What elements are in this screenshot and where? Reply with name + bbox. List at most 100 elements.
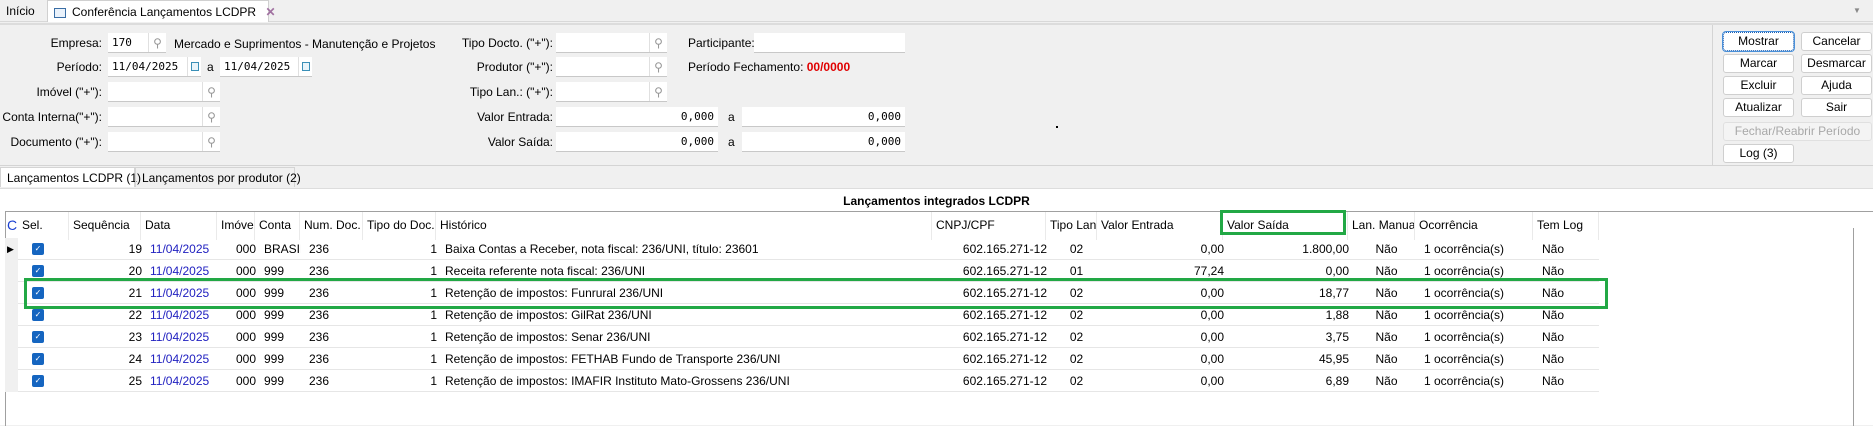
cell-lan-manual: Não	[1375, 330, 1398, 344]
marcar-button[interactable]: Marcar	[1723, 54, 1794, 73]
tab-lancamentos-lcdpr[interactable]: Lançamentos LCDPR (1)	[0, 167, 141, 187]
column-header-tipo-lan[interactable]: Tipo Lan.	[1046, 212, 1097, 240]
search-icon[interactable]: ⚲	[649, 82, 667, 101]
cell-valor-entrada: 0,00	[1200, 242, 1224, 256]
cell-num-doc: 236	[309, 352, 330, 366]
dot-artifact	[1056, 126, 1058, 128]
cell-historico: Baixa Contas a Receber, nota fiscal: 236…	[445, 242, 759, 256]
cell-imovel: 000	[235, 330, 256, 344]
column-header-data[interactable]: Data	[141, 212, 217, 240]
tab-conferencia[interactable]: Conferência Lançamentos LCDPR ✕	[47, 0, 276, 22]
cell-valor-entrada: 0,00	[1200, 374, 1224, 388]
valor-saida-to-input[interactable]: 0,000	[742, 132, 905, 152]
calendar-icon[interactable]	[187, 57, 201, 76]
select-checkbox[interactable]: ✓	[32, 331, 44, 343]
column-header-valor-entrada[interactable]: Valor Entrada	[1097, 212, 1223, 240]
row-indicator[interactable]	[5, 326, 18, 348]
empresa-label: Empresa:	[50, 36, 102, 50]
tab-label: Início	[6, 4, 35, 18]
periodo-to-input[interactable]: 11/04/2025	[220, 57, 312, 77]
table-row[interactable]: ✓ 25 11/04/2025 000 999 236 1 Retenção de impos…	[5, 370, 1599, 392]
select-checkbox[interactable]: ✓	[32, 265, 44, 277]
row-indicator[interactable]	[5, 348, 18, 370]
tipo-lan-input[interactable]: ⚲	[556, 82, 667, 102]
cell-valor-saida: 3,75	[1325, 330, 1349, 344]
vertical-scrollbar[interactable]	[1853, 228, 1854, 426]
periodo-label: Período:	[56, 60, 102, 74]
valor-entrada-to-input[interactable]: 0,000	[742, 107, 905, 127]
documento-input[interactable]: ⚲	[108, 132, 220, 152]
column-header-tipo-doc[interactable]: Tipo do Doc.	[363, 212, 436, 240]
valor-saida-from-input[interactable]: 0,000	[556, 132, 718, 152]
select-checkbox[interactable]: ✓	[32, 243, 44, 255]
search-icon[interactable]: ⚲	[202, 82, 220, 101]
cell-num-doc: 236	[309, 242, 330, 256]
select-checkbox[interactable]: ✓	[32, 375, 44, 387]
atualizar-button[interactable]: Atualizar	[1723, 98, 1794, 117]
table-row[interactable]: ✓ 24 11/04/2025 000 999 236 1 Retenção de impos…	[5, 348, 1599, 370]
cell-data: 11/04/2025	[150, 374, 210, 388]
column-header-ocorrencia[interactable]: Ocorrência	[1415, 212, 1533, 240]
column-header-tem-log[interactable]: Tem Log	[1533, 212, 1599, 240]
search-icon[interactable]: ⚲	[202, 132, 220, 151]
documento-label: Documento ("+"):	[10, 135, 102, 149]
produtor-input[interactable]: ⚲	[556, 57, 667, 77]
row-indicator[interactable]: ▶	[5, 238, 18, 260]
empresa-input[interactable]: 170 ⚲	[108, 33, 166, 53]
search-icon[interactable]: ⚲	[148, 33, 166, 52]
cell-lan-manual: Não	[1375, 242, 1398, 256]
cell-historico: Retenção de impostos: Senar 236/UNI	[445, 330, 651, 344]
cell-valor-saida: 1.800,00	[1302, 242, 1349, 256]
desmarcar-button[interactable]: Desmarcar	[1801, 54, 1872, 73]
search-icon[interactable]: ⚲	[202, 107, 220, 126]
periodo-from-input[interactable]: 11/04/2025	[108, 57, 201, 77]
ajuda-button[interactable]: Ajuda	[1801, 76, 1872, 95]
column-header-lan-manual[interactable]: Lan. Manual	[1348, 212, 1415, 240]
cell-cnpj: 602.165.271-12	[962, 352, 1047, 366]
calendar-icon[interactable]	[298, 57, 312, 76]
participante-input[interactable]	[754, 33, 905, 53]
tab-lancamentos-produtor[interactable]: Lançamentos por produtor (2)	[135, 167, 301, 187]
cell-tipo-lan: 02	[1069, 352, 1084, 366]
empresa-value: 170	[112, 36, 132, 49]
produtor-label: Produtor ("+"):	[476, 60, 553, 74]
conta-interna-input[interactable]: ⚲	[108, 107, 220, 127]
table-row[interactable]: ✓ 23 11/04/2025 000 999 236 1 Retenção de impos…	[5, 326, 1599, 348]
cell-tem-log: Não	[1542, 374, 1565, 388]
close-icon[interactable]: ✕	[265, 5, 275, 19]
row-indicator[interactable]	[5, 304, 18, 326]
mostrar-button[interactable]: Mostrar	[1722, 31, 1795, 52]
dropdown-icon[interactable]: ▼	[1853, 6, 1861, 15]
tipo-docto-input[interactable]: ⚲	[556, 33, 667, 53]
column-header-num-doc[interactable]: Num. Doc.	[300, 212, 363, 240]
cell-data: 11/04/2025	[150, 242, 210, 256]
panel-divider	[1712, 25, 1713, 165]
periodo-to-value: 11/04/2025	[224, 60, 291, 73]
sair-button[interactable]: Sair	[1801, 98, 1872, 117]
column-header-sel[interactable]: Sel.	[18, 212, 69, 240]
table-row[interactable]: ▶ ✓ 19 11/04/2025 000 BRASIL 236 1 Baixa Contas …	[5, 238, 1599, 260]
column-header-historico[interactable]: Histórico	[436, 212, 932, 240]
periodo-from-value: 11/04/2025	[112, 60, 179, 73]
excluir-button[interactable]: Excluir	[1723, 76, 1794, 95]
column-header-cnpj[interactable]: CNPJ/CPF	[932, 212, 1046, 240]
select-checkbox[interactable]: ✓	[32, 353, 44, 365]
column-header-imovel[interactable]: Imóvel	[217, 212, 255, 240]
row-indicator[interactable]	[5, 370, 18, 392]
valor-entrada-from-input[interactable]: 0,000	[556, 107, 718, 127]
fechar-reabrir-periodo-button[interactable]: Fechar/Reabrir Período	[1723, 122, 1872, 141]
row-indicator[interactable]	[5, 282, 18, 304]
periodo-fechamento-value: 00/0000	[806, 60, 851, 74]
search-icon[interactable]: ⚲	[649, 57, 667, 76]
cell-imovel: 000	[235, 374, 256, 388]
log-button[interactable]: Log (3)	[1723, 144, 1794, 163]
grid-corner-button[interactable]: C	[7, 217, 17, 233]
tab-inicio[interactable]: Início	[0, 0, 47, 22]
cancelar-button[interactable]: Cancelar	[1801, 32, 1872, 51]
imovel-input[interactable]: ⚲	[108, 82, 220, 102]
column-header-seq[interactable]: Sequência	[69, 212, 141, 240]
column-header-conta[interactable]: Conta	[255, 212, 300, 240]
search-icon[interactable]: ⚲	[649, 33, 667, 52]
row-indicator[interactable]	[5, 260, 18, 282]
select-checkbox[interactable]: ✓	[32, 309, 44, 321]
